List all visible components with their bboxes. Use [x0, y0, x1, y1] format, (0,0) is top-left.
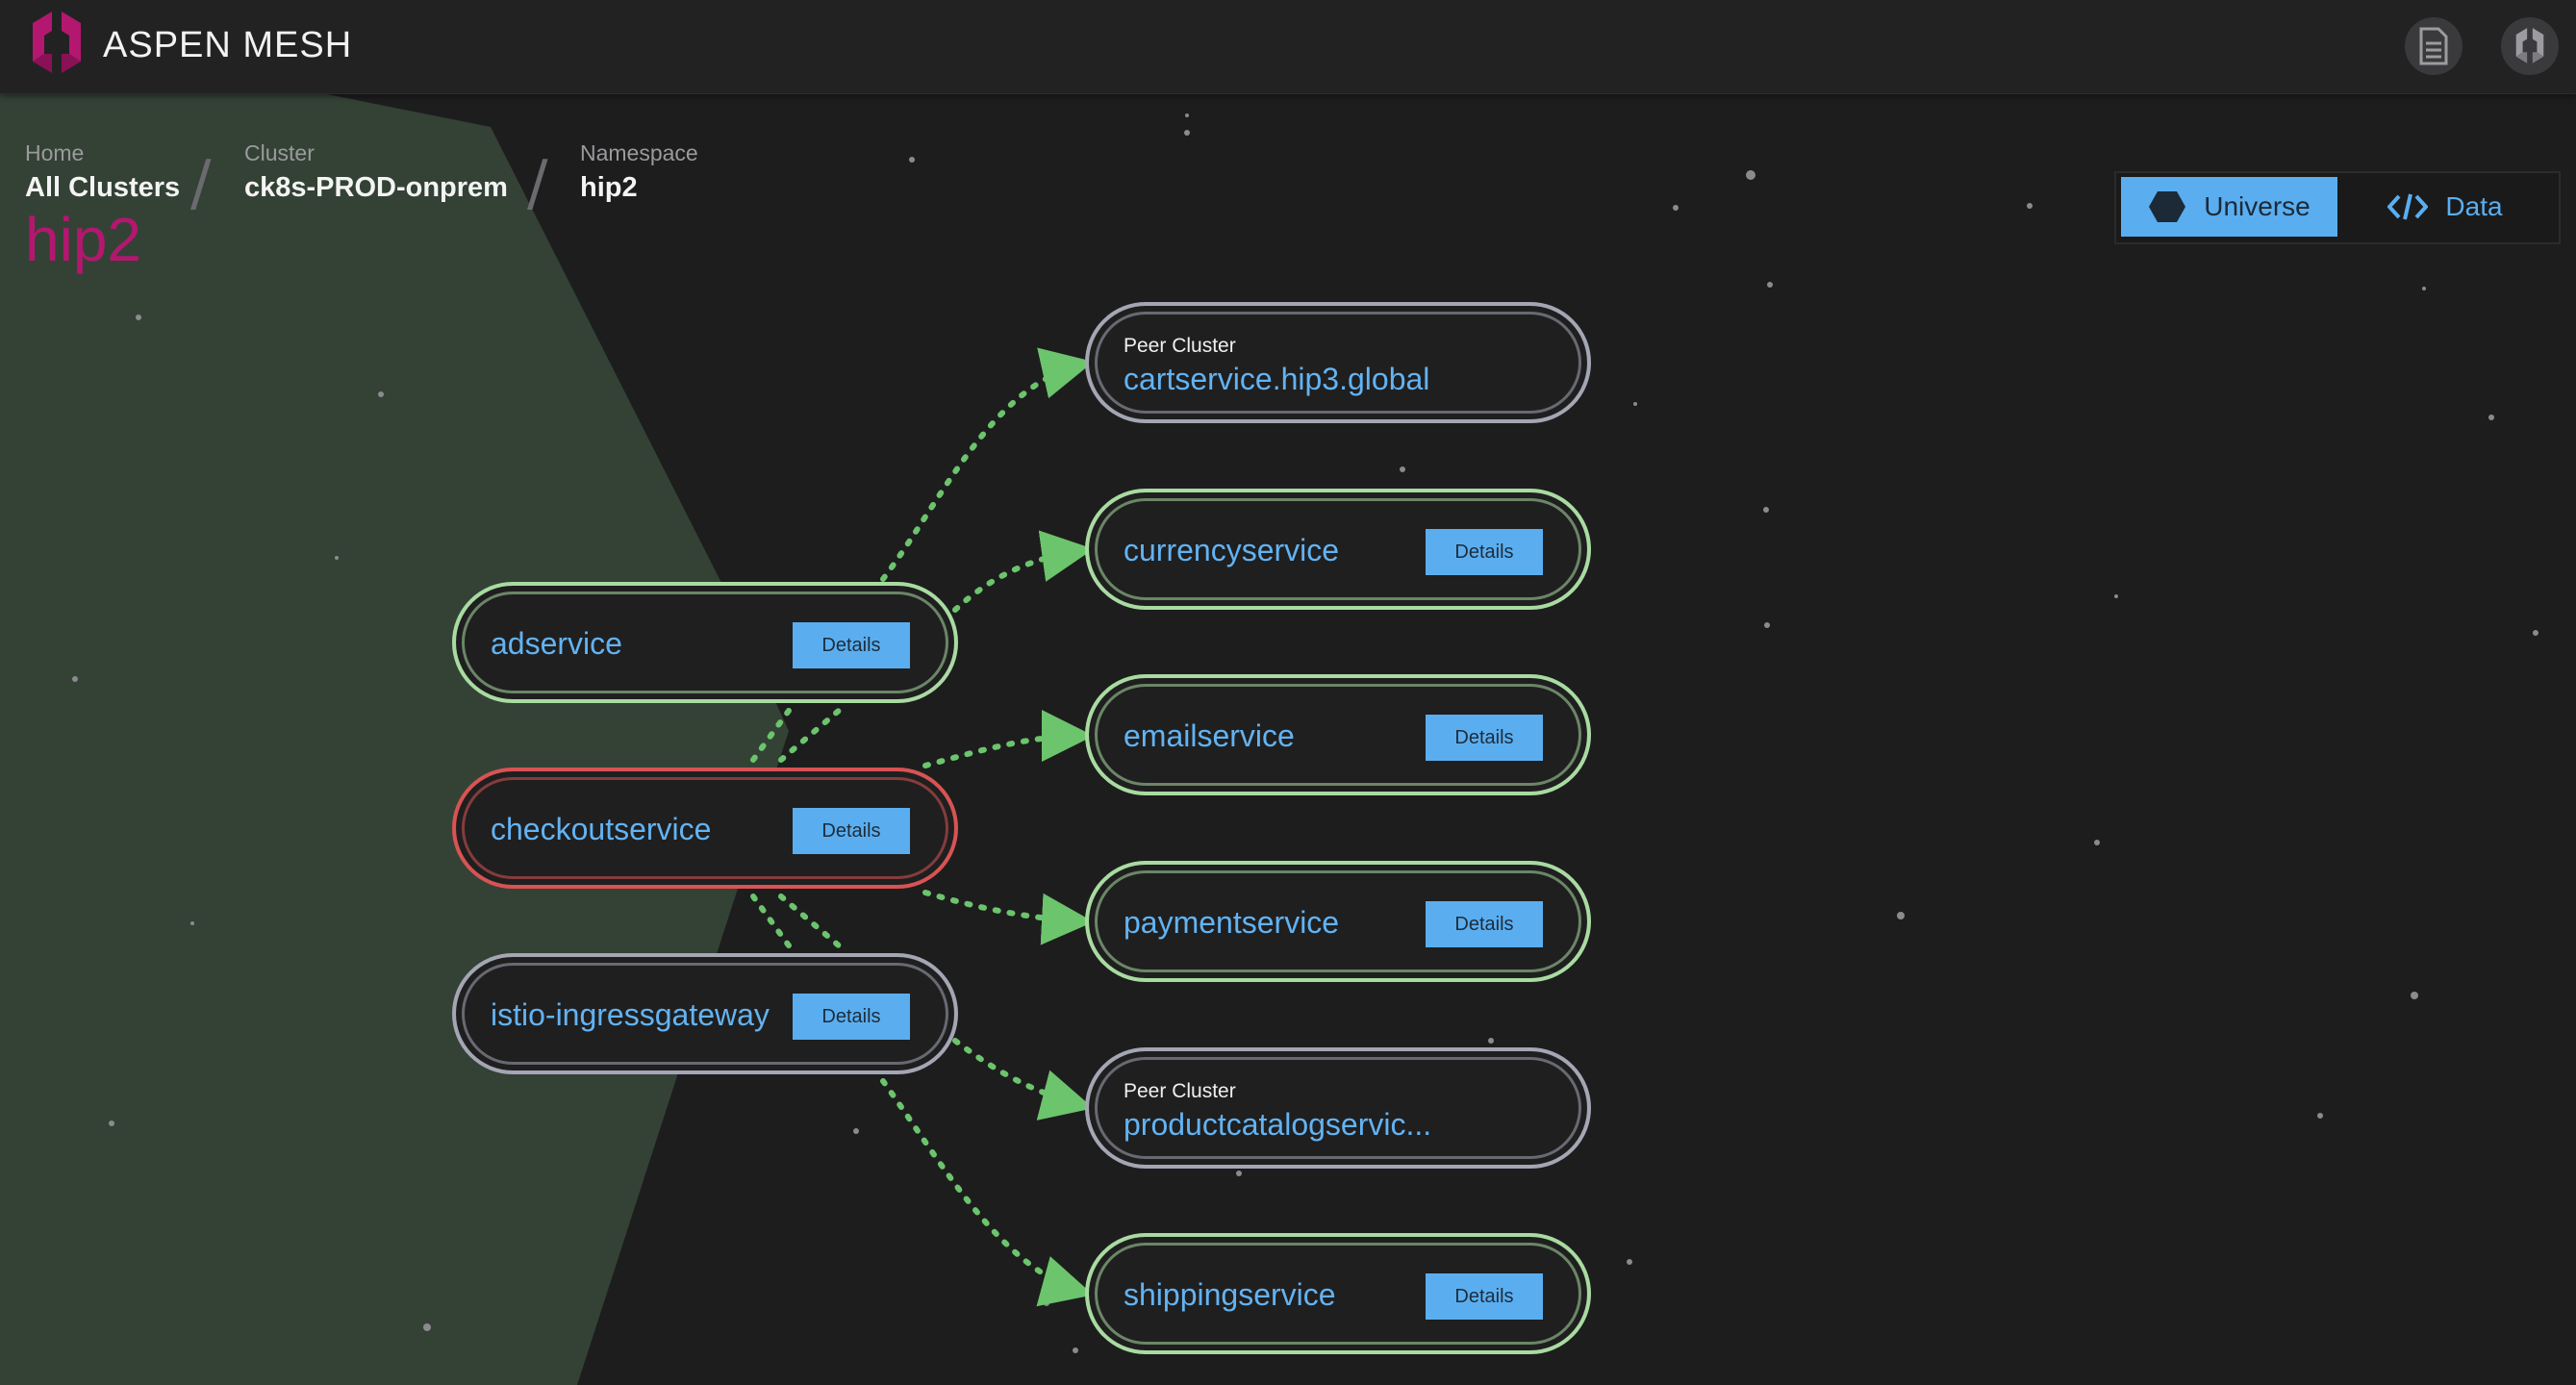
- breadcrumb-cluster-value: ck8s-PROD-onprem: [244, 172, 508, 203]
- edge-checkout-gateway-a: [750, 894, 796, 955]
- documentation-button[interactable]: [2405, 17, 2462, 75]
- details-button[interactable]: Details: [1426, 715, 1543, 761]
- edge-checkout-email: [922, 710, 1094, 768]
- service-name: productcatalogservic...: [1124, 1107, 1432, 1142]
- top-bar: ASPEN MESH: [0, 0, 2576, 94]
- edge-gateway-productcatalog: [952, 1038, 1094, 1121]
- service-node-emailservice[interactable]: emailservice Details: [1085, 674, 1591, 795]
- breadcrumb-namespace-kicker: Namespace: [580, 140, 698, 165]
- service-node-istio-ingressgateway[interactable]: istio-ingressgateway Details: [452, 953, 958, 1074]
- details-button[interactable]: Details: [1426, 1273, 1543, 1320]
- peer-node-cartservice[interactable]: Peer Cluster cartservice.hip3.global: [1085, 302, 1591, 423]
- service-name: emailservice: [1124, 718, 1295, 753]
- breadcrumb-separator: /: [190, 148, 212, 219]
- service-name: istio-ingressgateway: [491, 997, 770, 1032]
- edge-checkout-payment: [922, 890, 1094, 945]
- service-name: shippingservice: [1124, 1277, 1336, 1312]
- service-name: adservice: [491, 626, 622, 661]
- brand-name: ASPEN MESH: [103, 25, 353, 65]
- data-view-button[interactable]: Data: [2339, 177, 2551, 237]
- peer-cluster-label: Peer Cluster: [1124, 335, 1236, 357]
- breadcrumb-namespace-value: hip2: [580, 172, 638, 203]
- edge-adservice-currencyservice: [952, 530, 1094, 613]
- service-node-currencyservice[interactable]: currencyservice Details: [1085, 489, 1591, 610]
- edge-gateway-shipping: [880, 1078, 1094, 1307]
- breadcrumb-separator: /: [527, 148, 548, 219]
- aspen-logo-icon: [2515, 28, 2544, 63]
- service-node-adservice[interactable]: adservice Details: [452, 582, 958, 703]
- document-icon: [2419, 27, 2448, 65]
- service-name: cartservice.hip3.global: [1124, 362, 1430, 396]
- details-button[interactable]: Details: [1426, 529, 1543, 575]
- details-button[interactable]: Details: [1426, 901, 1543, 947]
- peer-cluster-label: Peer Cluster: [1124, 1080, 1236, 1102]
- breadcrumb-home-value: All Clusters: [25, 172, 181, 203]
- breadcrumb-cluster[interactable]: Cluster ck8s-PROD-onprem: [244, 140, 508, 204]
- service-name: paymentservice: [1124, 905, 1340, 940]
- view-toggle: Universe Data: [2114, 171, 2561, 244]
- universe-view-label: Universe: [2204, 191, 2311, 221]
- service-name: currencyservice: [1124, 533, 1340, 567]
- data-view-label: Data: [2445, 191, 2503, 221]
- peer-node-productcatalogservice[interactable]: Peer Cluster productcatalogservic...: [1085, 1047, 1591, 1169]
- breadcrumb-home[interactable]: Home All Clusters: [25, 140, 180, 204]
- account-button[interactable]: [2501, 17, 2559, 75]
- details-button[interactable]: Details: [793, 994, 910, 1040]
- service-node-paymentservice[interactable]: paymentservice Details: [1085, 861, 1591, 982]
- universe-view-button[interactable]: Universe: [2121, 177, 2337, 237]
- code-icon: [2387, 193, 2429, 220]
- service-node-checkoutservice[interactable]: checkoutservice Details: [452, 768, 958, 889]
- details-button[interactable]: Details: [793, 808, 910, 854]
- breadcrumb-cluster-kicker: Cluster: [244, 140, 315, 165]
- aspen-mesh-logo-icon: [33, 12, 81, 73]
- breadcrumb-namespace[interactable]: Namespace hip2: [580, 140, 698, 204]
- edge-checkout-adservice-a: [750, 701, 796, 763]
- details-button[interactable]: Details: [793, 622, 910, 668]
- page-title: hip2: [25, 205, 141, 274]
- service-name: checkoutservice: [491, 812, 712, 846]
- breadcrumb-home-kicker: Home: [25, 140, 85, 165]
- service-node-shippingservice[interactable]: shippingservice Details: [1085, 1233, 1591, 1354]
- hexagon-icon: [2149, 191, 2186, 222]
- edge-adservice-cartservice: [880, 347, 1094, 582]
